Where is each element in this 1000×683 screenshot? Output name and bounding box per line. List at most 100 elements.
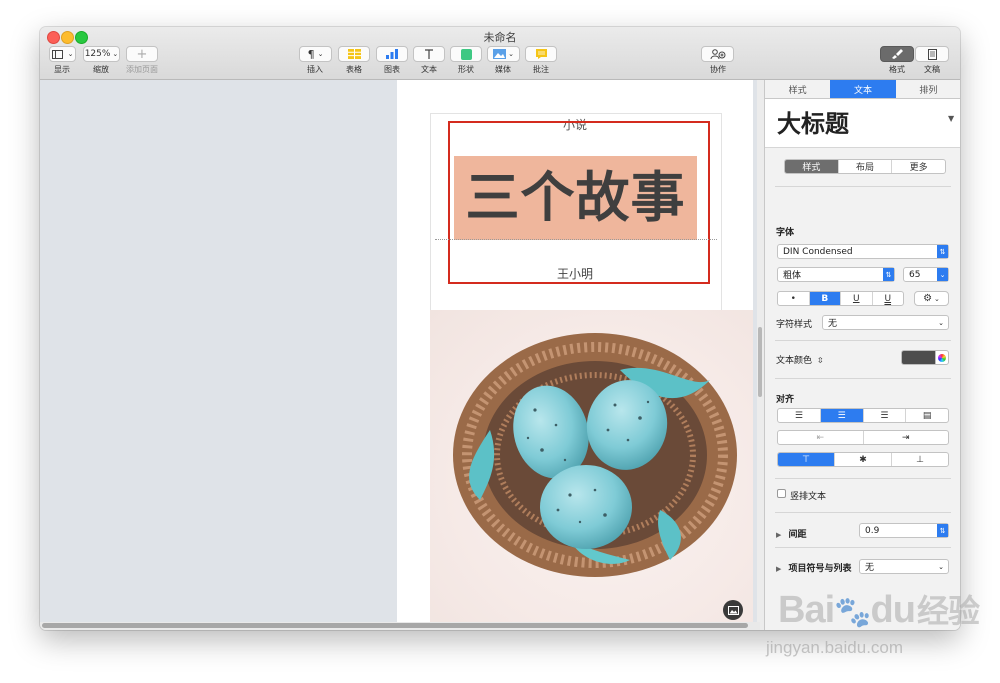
tab-style-label: 样式 [788,85,807,96]
align-justify-button[interactable]: ▤ [906,409,948,422]
text-color-label: 文本颜色 ⇳ [776,353,824,366]
paragraph-icon: ¶ [307,47,315,61]
style-bullet-button[interactable]: • [778,292,810,305]
insert-button[interactable]: ¶ ⌄ [299,46,332,62]
text-options-button[interactable]: ⚙ ⌄ [914,291,949,306]
vertical-align-buttons: ⊤ ✱ ⊥ [777,452,949,467]
disclosure-triangle-icon: ▶ [776,531,782,539]
bird-nest-image[interactable] [430,310,753,622]
text-button[interactable] [413,46,445,62]
double-underline-button[interactable]: U [873,292,904,305]
document-title[interactable]: 三个故事 [466,171,686,225]
align-center-button[interactable]: ☰ [820,409,864,422]
chevron-down-icon: ⌄ [508,50,514,58]
font-size-field[interactable]: 65 ⌄ [903,267,949,282]
align-right-icon: ☰ [880,410,889,421]
spacing-row[interactable]: ▶ 间距 [776,527,807,540]
chevron-down-icon: ⌄ [67,50,74,58]
tab-arrange[interactable]: 排列 [896,80,960,98]
spacing-label: 间距 [788,530,807,540]
align-left-button[interactable]: ☰ [778,409,821,422]
subtab-style[interactable]: 样式 [785,160,839,173]
watermark-brand-cn: 经验 [916,593,980,629]
vertical-text-checkbox[interactable] [777,489,786,498]
tab-style[interactable]: 样式 [765,80,830,98]
toolbar: 未命名 ⌄ 显示 125% ⌄ 缩放 + 添加页面 ¶ ⌄ 插入 表格 图表 文… [40,27,960,80]
align-center-icon: ☰ [837,410,846,421]
color-wheel-icon [938,353,946,362]
font-weight-popup[interactable]: 粗体 ⇅ [777,267,895,282]
watermark-url: jingyan.baidu.com [766,638,904,657]
inspector-tabs: 样式 文本 排列 [765,80,960,99]
table-button[interactable] [338,46,370,62]
chevron-down-icon: ⌄ [937,268,948,281]
window-title: 未命名 [483,31,517,44]
text-subtabs: 样式 布局 更多 [784,159,946,174]
updown-arrows-icon: ⇳ [816,356,824,365]
document-button[interactable] [915,46,949,62]
tab-arrange-label: 排列 [919,85,938,96]
divider [775,340,951,341]
add-page-label: 添加页面 [126,65,158,74]
table-icon [347,49,361,59]
align-top-button[interactable]: ⊤ [778,453,835,466]
chart-icon [386,49,398,59]
align-middle-button[interactable]: ✱ [835,453,892,466]
spacing-popup[interactable]: 0.9 ⇅ [859,523,949,538]
view-button[interactable]: ⌄ [49,46,76,62]
tab-text[interactable]: 文本 [830,80,896,98]
format-button[interactable] [880,46,914,62]
zoom-popup[interactable]: 125% ⌄ [83,46,120,62]
align-bottom-button[interactable]: ⊥ [892,453,948,466]
text-icon [425,49,433,59]
watermark-logo: Bai🐾du经验 [778,586,980,632]
font-size-value: 65 [909,269,921,280]
horizontal-scrollbar[interactable] [42,623,748,628]
char-style-popup[interactable]: 无 ⌄ [822,315,949,330]
document-author[interactable]: 王小明 [397,265,753,282]
paragraph-style-popup[interactable]: 大标题 ▼ [765,99,960,148]
photo-icon [727,605,739,615]
chart-button[interactable] [376,46,408,62]
vertical-scrollbar[interactable] [758,327,762,397]
decrease-indent-button[interactable]: ⇤ [778,431,864,444]
media-button[interactable]: ⌄ [487,46,520,62]
subtab-layout[interactable]: 布局 [839,160,893,173]
underline-button[interactable]: U [841,292,873,305]
document-page[interactable]: 小说 三个故事 王小明 [397,80,753,622]
comment-button[interactable] [525,46,557,62]
format-inspector: 样式 文本 排列 大标题 ▼ 样式 布局 更多 字体 DIN Condensed… [764,80,960,630]
shape-button[interactable] [450,46,482,62]
subtab-layout-label: 布局 [856,163,875,173]
divider [775,186,951,187]
updown-arrows-icon: ⇅ [883,268,894,281]
align-right-button[interactable]: ☰ [864,409,907,422]
color-wheel-button[interactable] [935,350,949,365]
collaborate-button[interactable] [701,46,734,62]
bullets-popup[interactable]: 无 ⌄ [859,559,949,574]
watermark-brand: Bai [778,589,835,631]
char-style-value: 无 [828,319,838,329]
app-window: 未命名 ⌄ 显示 125% ⌄ 缩放 + 添加页面 ¶ ⌄ 插入 表格 图表 文… [40,27,960,630]
text-guide-line [435,239,717,240]
photo-icon [493,49,507,59]
collaborate-icon [710,49,725,59]
paragraph-style-name: 大标题 [777,110,849,138]
font-name-popup[interactable]: DIN Condensed ⇅ [777,244,949,259]
bold-button[interactable]: B [809,292,841,305]
document-title-box[interactable]: 三个故事 [454,156,697,240]
add-page-button[interactable]: + [126,46,158,62]
font-name-value: DIN Condensed [783,246,853,257]
indent-buttons: ⇤ ⇥ [777,430,949,445]
document-icon [927,48,937,60]
replace-image-button[interactable] [723,600,743,620]
vertical-text-label: 竖排文本 [790,492,827,502]
char-style-label: 字符样式 [776,320,813,330]
text-color-well[interactable] [901,350,936,365]
style-bullet-label: • [790,293,796,304]
bullets-row[interactable]: ▶ 项目符号与列表 [776,561,852,574]
watermark-brand2: du [870,589,916,631]
shape-icon [460,48,472,60]
subtab-more[interactable]: 更多 [892,160,945,173]
increase-indent-button[interactable]: ⇥ [864,431,949,444]
